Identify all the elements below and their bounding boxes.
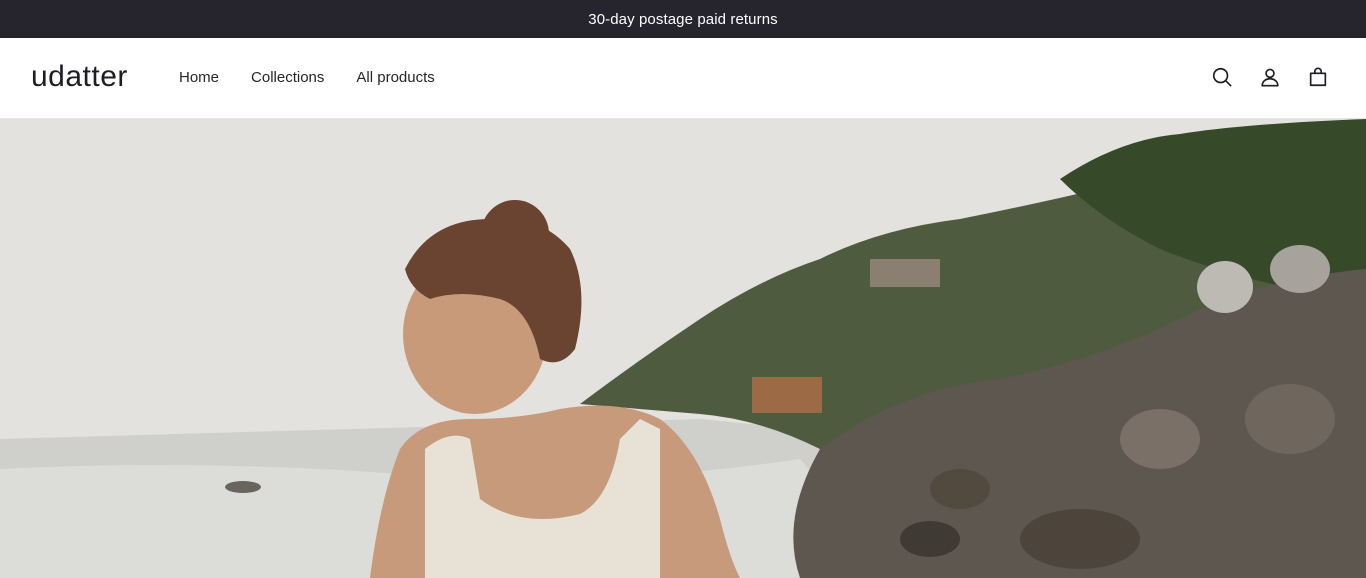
house bbox=[870, 259, 940, 287]
rock-small bbox=[225, 481, 261, 493]
cart-icon[interactable] bbox=[1306, 65, 1330, 89]
announcement-bar: 30-day postage paid returns bbox=[0, 0, 1366, 38]
boulder-7 bbox=[900, 521, 960, 557]
announcement-text: 30-day postage paid returns bbox=[588, 10, 778, 28]
nav-item-all-products[interactable]: All products bbox=[356, 69, 434, 86]
account-icon[interactable] bbox=[1258, 65, 1282, 89]
nav-item-home[interactable]: Home bbox=[179, 69, 219, 86]
beach-hut bbox=[752, 377, 822, 413]
boulder-3 bbox=[1245, 384, 1335, 454]
hero-scene bbox=[0, 119, 1366, 578]
nav-item-collections[interactable]: Collections bbox=[251, 69, 324, 86]
main-nav: Home Collections All products bbox=[179, 69, 435, 86]
boulder-6 bbox=[1020, 509, 1140, 569]
boulder-4 bbox=[1120, 409, 1200, 469]
hair-bun bbox=[481, 200, 549, 268]
search-icon[interactable] bbox=[1210, 65, 1234, 89]
logo[interactable]: udatter bbox=[31, 60, 128, 94]
hero-image bbox=[0, 119, 1366, 578]
boulder-2 bbox=[1270, 245, 1330, 293]
header-icons bbox=[1210, 65, 1330, 89]
site-header: udatter Home Collections All products bbox=[0, 38, 1366, 119]
boulder-5 bbox=[930, 469, 990, 509]
boulder-1 bbox=[1197, 261, 1253, 313]
